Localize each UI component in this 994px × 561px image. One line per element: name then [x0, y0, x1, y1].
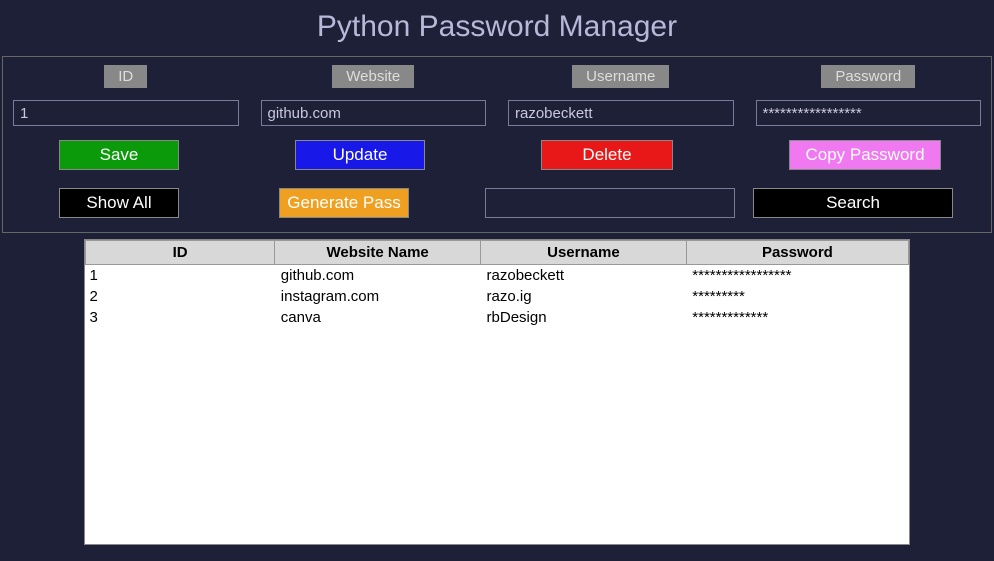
- header-id: ID: [86, 241, 275, 265]
- search-input[interactable]: [485, 188, 735, 218]
- id-field-group: ID: [13, 65, 239, 126]
- website-input[interactable]: [261, 100, 487, 126]
- copy-password-button[interactable]: Copy Password: [789, 140, 941, 170]
- website-field-group: Website: [261, 65, 487, 126]
- table-header-row: ID Website Name Username Password: [86, 241, 909, 265]
- delete-button[interactable]: Delete: [541, 140, 673, 170]
- update-button[interactable]: Update: [295, 140, 425, 170]
- app-title: Python Password Manager: [0, 0, 994, 56]
- table-cell: razo.ig: [481, 286, 687, 307]
- username-input[interactable]: [508, 100, 734, 126]
- username-field-group: Username: [508, 65, 734, 126]
- button-row-2: Show All Generate Pass Search: [13, 188, 981, 218]
- password-input[interactable]: [756, 100, 982, 126]
- data-table: ID Website Name Username Password 1githu…: [85, 240, 909, 328]
- form-panel: ID Website Username Password Save Update…: [2, 56, 992, 233]
- table-cell: 2: [86, 286, 275, 307]
- id-input[interactable]: [13, 100, 239, 126]
- password-label: Password: [821, 65, 915, 88]
- username-label: Username: [572, 65, 669, 88]
- table-cell: *****************: [686, 265, 908, 287]
- header-password: Password: [686, 241, 908, 265]
- generate-pass-button[interactable]: Generate Pass: [279, 188, 409, 218]
- table-row[interactable]: 3canvarbDesign*************: [86, 307, 909, 328]
- table-cell: instagram.com: [275, 286, 481, 307]
- table-cell: rbDesign: [481, 307, 687, 328]
- table-cell: 3: [86, 307, 275, 328]
- header-website: Website Name: [275, 241, 481, 265]
- table-cell: *********: [686, 286, 908, 307]
- data-table-area: ID Website Name Username Password 1githu…: [84, 239, 910, 545]
- website-label: Website: [332, 65, 414, 88]
- table-cell: razobeckett: [481, 265, 687, 287]
- show-all-button[interactable]: Show All: [59, 188, 179, 218]
- id-label: ID: [104, 65, 147, 88]
- table-cell: 1: [86, 265, 275, 287]
- search-button[interactable]: Search: [753, 188, 953, 218]
- input-row: ID Website Username Password: [13, 65, 981, 126]
- header-username: Username: [481, 241, 687, 265]
- password-field-group: Password: [756, 65, 982, 126]
- save-button[interactable]: Save: [59, 140, 179, 170]
- table-cell: github.com: [275, 265, 481, 287]
- button-row-1: Save Update Delete Copy Password: [13, 140, 981, 170]
- table-row[interactable]: 1github.comrazobeckett*****************: [86, 265, 909, 287]
- table-cell: canva: [275, 307, 481, 328]
- table-cell: *************: [686, 307, 908, 328]
- table-row[interactable]: 2instagram.comrazo.ig*********: [86, 286, 909, 307]
